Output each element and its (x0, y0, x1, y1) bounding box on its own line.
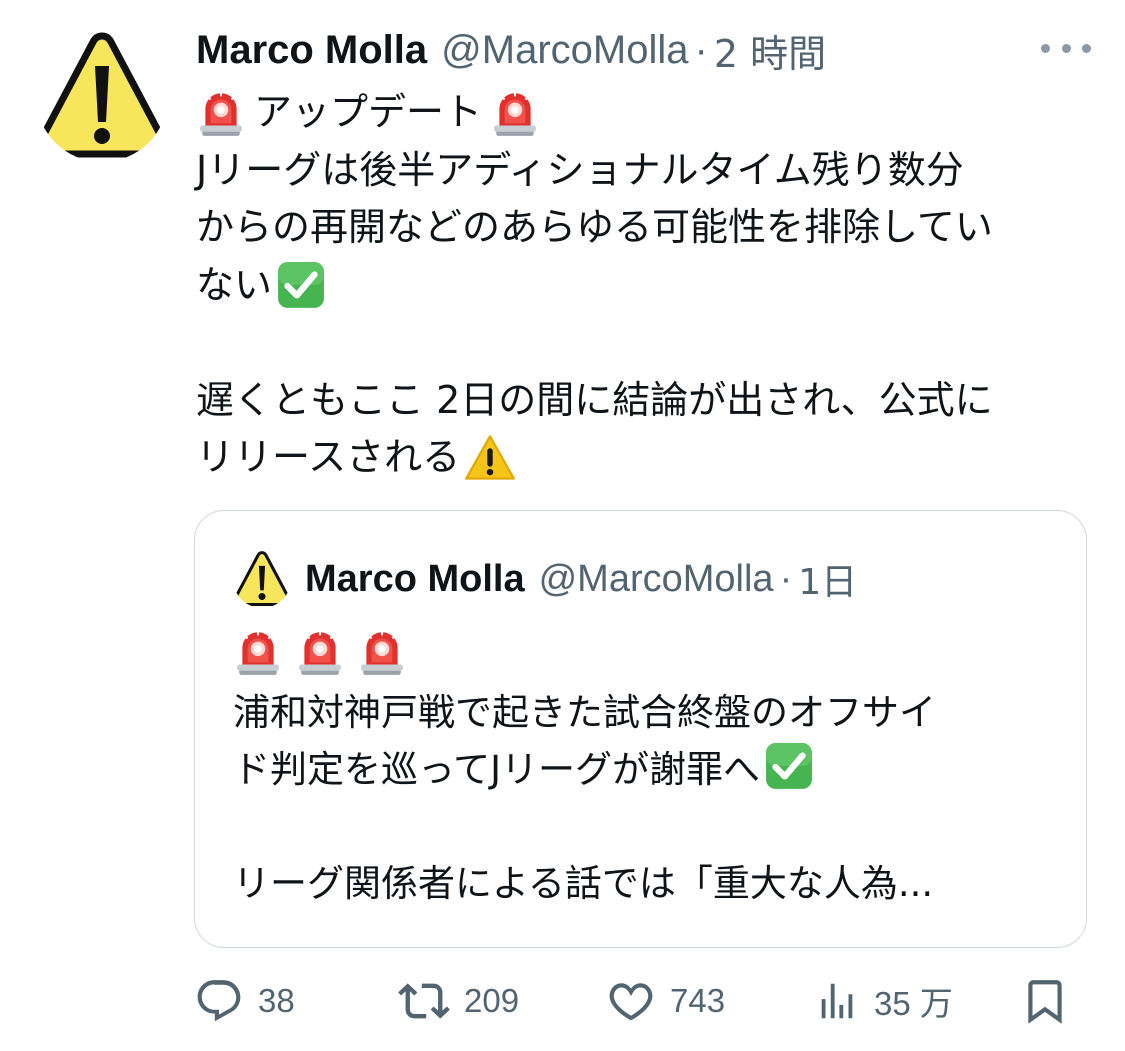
tweet-text: アップデート Jリーグは後半アディショナルタイム残り数分 からの再開などのあらゆ… (196, 84, 1096, 487)
rotating-light-icon (295, 627, 345, 677)
quoted-tweet-line: 浦和対神戸戦で起きた試合終盤のオフサイ (233, 690, 936, 734)
rotating-light-icon (233, 627, 283, 677)
view-count: 35 万 (874, 985, 953, 1022)
like-count: 743 (670, 982, 726, 1019)
quoted-tweet-card[interactable]: Marco Molla @MarcoMolla · 1日 浦和対神戸戦で起きた試… (194, 510, 1087, 948)
rotating-light-icon (357, 627, 407, 677)
more-button[interactable] (1041, 36, 1091, 60)
views-button[interactable]: 35 万 (814, 970, 953, 1032)
retweet-count: 209 (464, 982, 520, 1019)
quoted-display-name: Marco Molla (305, 557, 525, 600)
quoted-emoji-line (233, 623, 1073, 680)
quoted-user-handle: @MarcoMolla (538, 557, 774, 600)
user-handle[interactable]: @MarcoMolla (441, 28, 688, 73)
tweet-line: 遅くともここ 2日の間に結論が出され、公式に (196, 377, 993, 422)
views-chart-icon (821, 983, 853, 1019)
quoted-tweet-line: ド判定を巡ってJリーグが謝罪へ (233, 737, 1073, 794)
tweet-line: アップデート (196, 84, 1096, 142)
quoted-tweet-timestamp: 1日 (798, 562, 858, 603)
display-name[interactable]: Marco Molla (196, 28, 427, 73)
separator-dot: · (694, 27, 708, 72)
warning-sign-icon (36, 30, 168, 162)
retweet-icon (398, 983, 450, 1019)
like-button[interactable]: 743 (606, 970, 725, 1032)
check-mark-button-icon (764, 741, 814, 791)
heart-icon (609, 983, 653, 1021)
tweet-line: リリースされる (196, 429, 1096, 487)
warning-icon (464, 432, 516, 484)
check-mark-button-icon (276, 260, 326, 310)
tweet-line: Jリーグは後半アディショナルタイム残り数分 (196, 147, 964, 192)
quoted-author-avatar (233, 550, 291, 608)
bookmark-icon (1028, 980, 1062, 1024)
separator-dot: · (779, 557, 793, 600)
author-avatar[interactable] (36, 30, 168, 162)
rotating-light-icon (196, 88, 246, 138)
more-dots-icon (1041, 43, 1050, 53)
tweet-header: Marco Molla @MarcoMolla · 2 時間 (196, 22, 1091, 78)
quoted-tweet-text: 浦和対神戸戦で起きた試合終盤のオフサイ ド判定を巡ってJリーグが謝罪へ リーグ関… (233, 623, 1073, 908)
quoted-tweet-header: Marco Molla @MarcoMolla · 1日 (233, 549, 857, 609)
tweet-action-bar: 38 209 743 35 万 (194, 970, 1074, 1032)
quoted-tweet-line: リーグ関係者による話では「重大な人為... (233, 861, 934, 905)
reply-button[interactable]: 38 (194, 970, 295, 1032)
reply-count: 38 (258, 982, 295, 1019)
bookmark-button[interactable] (1020, 970, 1070, 1032)
tweet-line: からの再開などのあらゆる可能性を排除してい (196, 205, 993, 249)
warning-sign-icon (233, 550, 291, 608)
reply-icon (197, 980, 241, 1022)
tweet-timestamp[interactable]: 2 時間 (714, 23, 826, 78)
tweet-line: ない (196, 257, 1096, 315)
retweet-button[interactable]: 209 (398, 970, 519, 1032)
rotating-light-icon (490, 88, 540, 138)
